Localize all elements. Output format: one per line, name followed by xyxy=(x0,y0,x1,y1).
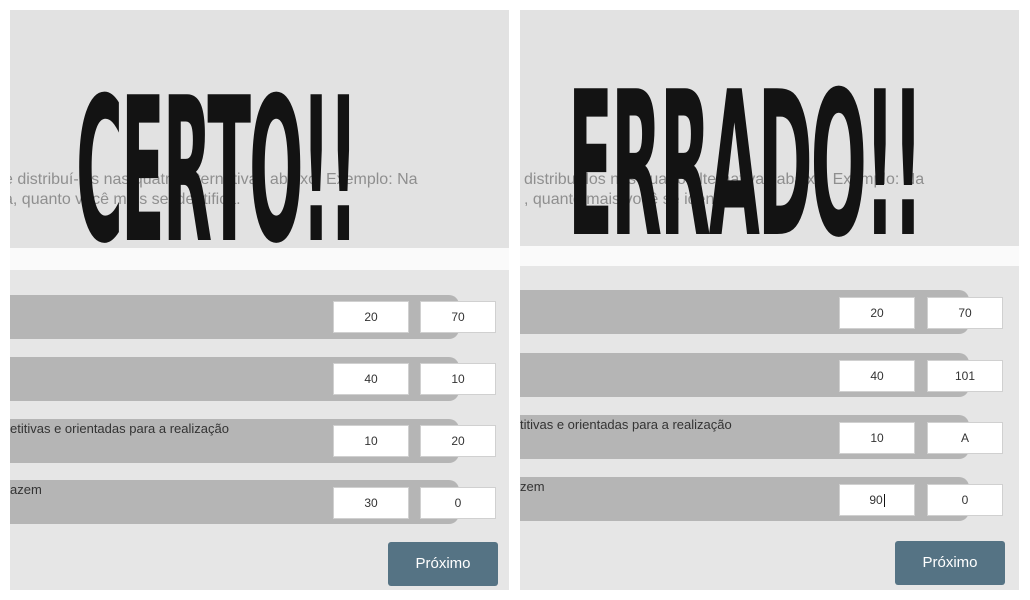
verdict-title: CERTO!! xyxy=(76,55,358,288)
score-input[interactable]: 10 xyxy=(420,363,496,395)
text-cursor xyxy=(883,494,885,508)
score-input[interactable]: 10 xyxy=(333,425,409,457)
row-label: zem xyxy=(520,479,545,494)
score-input[interactable]: 0 xyxy=(420,487,496,519)
score-input[interactable]: 40 xyxy=(333,363,409,395)
next-button[interactable]: Próximo xyxy=(388,542,498,586)
verdict-title: ERRADO!! xyxy=(568,49,923,282)
score-input[interactable]: 20 xyxy=(333,301,409,333)
score-value: 90 xyxy=(869,493,883,507)
score-input-focused[interactable]: 90 xyxy=(839,484,915,516)
row-label: titivas e orientadas para a realização xyxy=(520,417,732,432)
row-label: etitivas e orientadas para a realização xyxy=(10,421,229,436)
score-input[interactable]: 70 xyxy=(420,301,496,333)
score-input[interactable]: 20 xyxy=(839,297,915,329)
score-input[interactable]: 30 xyxy=(333,487,409,519)
score-input[interactable]: 101 xyxy=(927,360,1003,392)
score-input[interactable]: 0 xyxy=(927,484,1003,516)
left-panel: e distribuí-los nas quatro alternativas … xyxy=(10,10,509,590)
row-label: azem xyxy=(10,482,42,497)
next-button[interactable]: Próximo xyxy=(895,541,1005,585)
right-panel: distribuí-los nas quatro alternativas ab… xyxy=(520,10,1019,590)
score-input[interactable]: A xyxy=(927,422,1003,454)
score-input[interactable]: 10 xyxy=(839,422,915,454)
score-input[interactable]: 40 xyxy=(839,360,915,392)
score-input[interactable]: 70 xyxy=(927,297,1003,329)
score-input[interactable]: 20 xyxy=(420,425,496,457)
